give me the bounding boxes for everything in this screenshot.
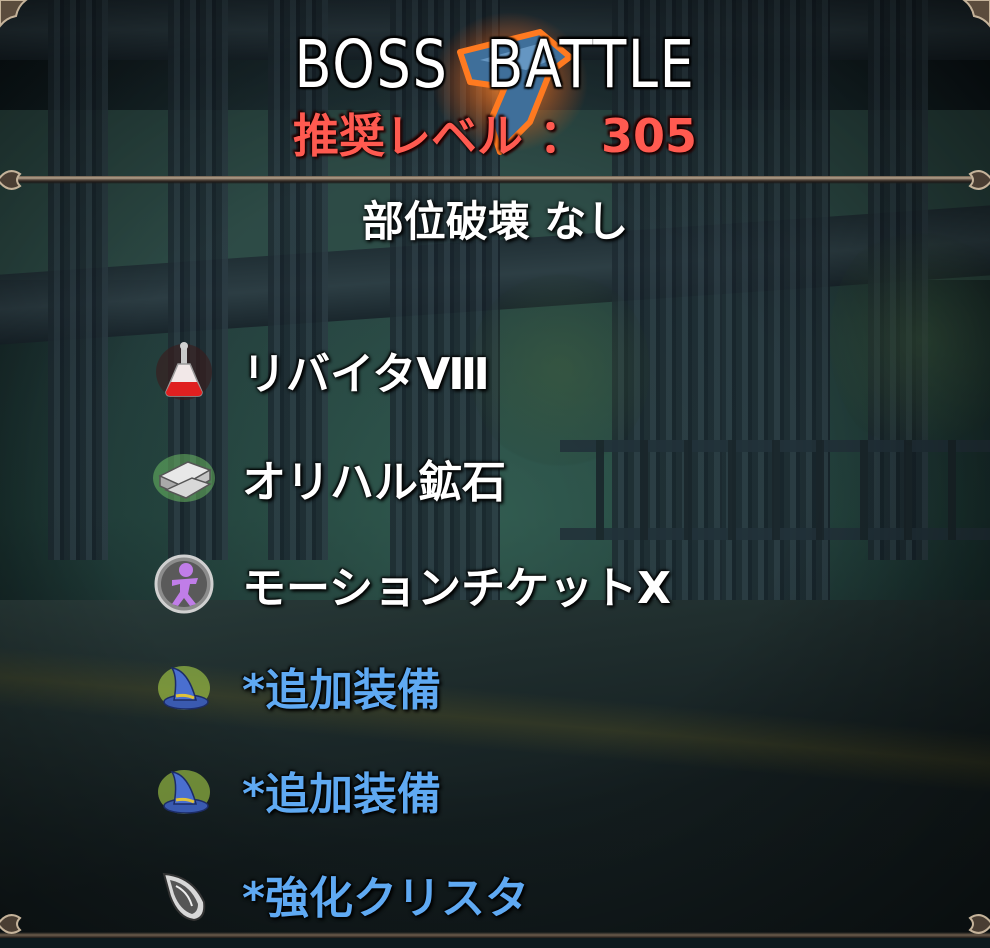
crystal-icon — [150, 860, 218, 928]
part-break-status: 部位破壊 なし — [0, 188, 990, 249]
recommended-level: 推奨レベル ： 305 — [292, 109, 698, 163]
item-name: オリハル鉱石 — [242, 457, 506, 508]
item-name: *追加装備 — [242, 665, 442, 716]
boss-battle-title: BOSS BATTLE — [294, 26, 696, 103]
part-break-text: 部位破壊 なし — [361, 197, 629, 246]
list-item: リバイタⅧ — [150, 330, 490, 410]
item-name: モーションチケットX — [242, 563, 672, 614]
corner-ornament-icon — [0, 904, 36, 944]
list-item: *追加装備 — [150, 646, 441, 726]
corner-ornament-icon — [0, 0, 36, 36]
list-item: *強化クリスタ — [150, 854, 529, 934]
list-item: モーションチケットX — [150, 544, 671, 624]
item-name: リバイタⅧ — [242, 349, 490, 400]
list-item: *追加装備 — [150, 750, 441, 830]
corner-ornament-icon — [954, 0, 990, 36]
corner-ornament-icon — [954, 904, 990, 944]
frame-divider — [0, 176, 990, 184]
motion-ticket-icon — [150, 550, 218, 618]
item-name: *追加装備 — [242, 769, 442, 820]
wizard-hat-icon — [150, 756, 218, 824]
list-item: オリハル鉱石 — [150, 438, 506, 518]
wizard-hat-icon — [150, 652, 218, 720]
flask-icon — [150, 336, 218, 404]
item-name: *強化クリスタ — [242, 873, 530, 924]
ore-icon — [150, 444, 218, 512]
